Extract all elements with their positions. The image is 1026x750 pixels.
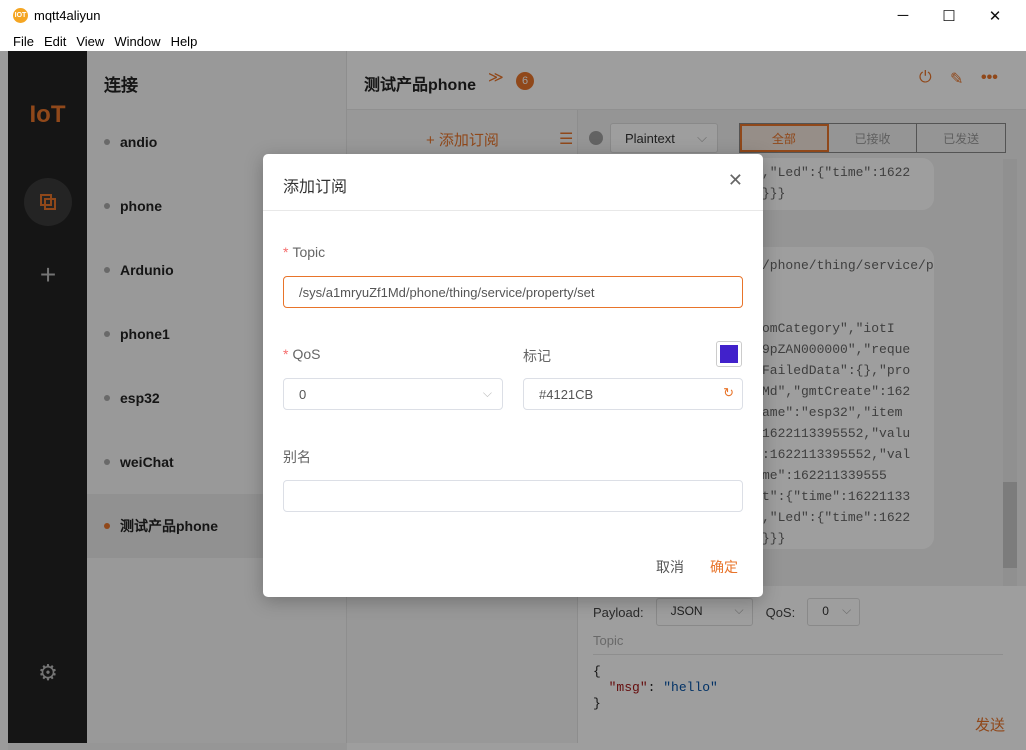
mark-label: 标记 bbox=[523, 348, 551, 364]
menu-view[interactable]: View bbox=[71, 34, 109, 49]
app-icon: IOT bbox=[13, 8, 28, 23]
topic-label-text: Topic bbox=[292, 244, 326, 260]
mark-color-input[interactable]: #4121CB ↻ bbox=[523, 378, 743, 410]
menu-edit[interactable]: Edit bbox=[39, 34, 71, 49]
qos-label: * QoS bbox=[283, 346, 320, 362]
add-subscription-dialog: 添加订阅 ✕ * Topic /sys/a1mryuZf1Md/phone/thi… bbox=[263, 154, 763, 597]
qos-select[interactable]: 0 ⌵ bbox=[283, 378, 503, 410]
mark-value: #4121CB bbox=[539, 387, 594, 402]
topic-input[interactable]: /sys/a1mryuZf1Md/phone/thing/service/pro… bbox=[283, 276, 743, 308]
close-window-button[interactable]: ✕ bbox=[972, 0, 1018, 31]
minimize-button[interactable]: ─ bbox=[880, 0, 926, 31]
window-title: mqtt4aliyun bbox=[34, 8, 101, 23]
app-window: IOT mqtt4aliyun ─ ☐ ✕ File Edit View Win… bbox=[0, 0, 1026, 750]
maximize-button[interactable]: ☐ bbox=[926, 0, 972, 31]
refresh-icon[interactable]: ↻ bbox=[723, 385, 734, 401]
dialog-title: 添加订阅 bbox=[283, 179, 348, 196]
menu-bar: File Edit View Window Help bbox=[0, 31, 1026, 51]
menu-help[interactable]: Help bbox=[166, 34, 203, 49]
required-mark: * bbox=[283, 244, 289, 260]
alias-input[interactable] bbox=[283, 480, 743, 512]
chevron-down-icon: ⌵ bbox=[482, 386, 492, 400]
cancel-button[interactable]: 取消 bbox=[656, 557, 684, 577]
menu-window[interactable]: Window bbox=[109, 34, 165, 49]
menu-file[interactable]: File bbox=[0, 34, 39, 49]
required-mark: * bbox=[283, 346, 289, 362]
topic-label: * Topic bbox=[283, 244, 325, 260]
qos-value: 0 bbox=[299, 387, 307, 402]
title-bar: IOT mqtt4aliyun ─ ☐ ✕ bbox=[0, 0, 1026, 31]
dialog-header: 添加订阅 ✕ bbox=[263, 154, 763, 211]
color-picker[interactable] bbox=[716, 341, 742, 367]
qos-label-text: QoS bbox=[292, 346, 321, 362]
close-icon[interactable]: ✕ bbox=[728, 170, 743, 191]
alias-label: 别名 bbox=[283, 449, 311, 465]
color-swatch bbox=[720, 345, 738, 363]
confirm-button[interactable]: 确定 bbox=[710, 557, 738, 577]
